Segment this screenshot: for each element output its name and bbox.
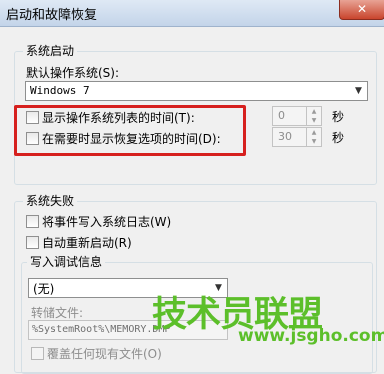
highlight-box [14, 105, 246, 156]
show-os-list-unit: 秒 [332, 110, 345, 124]
title-bar: 启动和故障恢复 ✕ [0, 0, 384, 27]
dump-file-value: %SystemRoot%\MEMORY.DMP [32, 324, 171, 335]
show-recovery-value: 30 [278, 130, 292, 143]
close-icon: ✕ [356, 2, 368, 16]
write-event-label: 将事件写入系统日志(W) [42, 215, 172, 229]
auto-restart-checkbox[interactable] [26, 236, 39, 249]
overwrite-checkbox[interactable] [31, 347, 44, 360]
default-os-select[interactable]: Windows 7 ▼ [25, 81, 368, 101]
auto-restart-label: 自动重新启动(R) [42, 236, 132, 250]
spin-up-icon[interactable]: ▲ [307, 107, 321, 116]
startup-group-label: 系统启动 [23, 42, 78, 59]
failure-group-label: 系统失败 [23, 192, 78, 209]
default-os-value: Windows 7 [30, 84, 90, 97]
write-event-checkbox[interactable] [26, 215, 39, 228]
debug-group-label: 写入调试信息 [27, 253, 106, 270]
dump-file-label: 转储文件: [31, 306, 84, 320]
overwrite-label: 覆盖任何现有文件(O) [47, 347, 162, 361]
show-recovery-unit: 秒 [332, 131, 345, 145]
spin-down-icon[interactable]: ▼ [307, 137, 321, 146]
show-os-list-spinner[interactable]: 0 ▲ ▼ [272, 106, 322, 126]
spinner-buttons[interactable]: ▲ ▼ [306, 128, 321, 146]
debug-type-value: (无) [33, 282, 55, 296]
close-button[interactable]: ✕ [339, 0, 384, 20]
spinner-buttons[interactable]: ▲ ▼ [306, 107, 321, 125]
chevron-down-icon: ▼ [355, 86, 362, 96]
spin-down-icon[interactable]: ▼ [307, 116, 321, 125]
default-os-label: 默认操作系统(S): [26, 66, 120, 80]
show-recovery-spinner[interactable]: 30 ▲ ▼ [272, 127, 322, 147]
spin-up-icon[interactable]: ▲ [307, 128, 321, 137]
show-os-list-value: 0 [278, 109, 285, 122]
watermark-url: www.jsgho.com [238, 326, 384, 346]
window-title: 启动和故障恢复 [6, 8, 98, 23]
